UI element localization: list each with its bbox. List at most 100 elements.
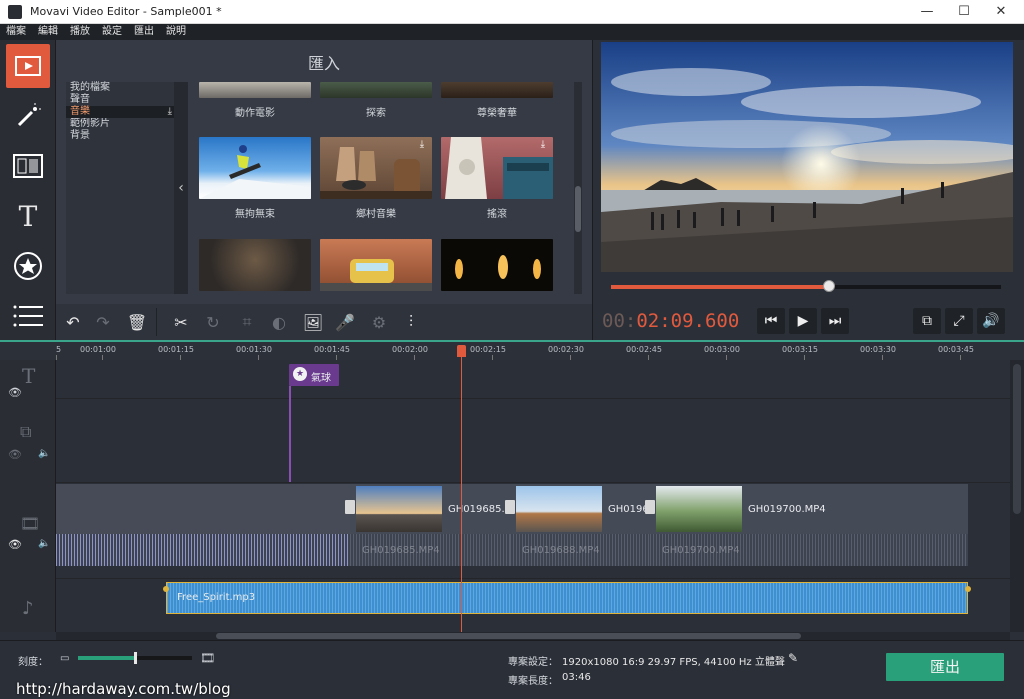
edit-settings-icon[interactable]: ✎	[788, 651, 798, 665]
timeline-ruler[interactable]: 5 00:01:00 00:01:15 00:01:30 00:01:45 00:02:0…	[0, 340, 1024, 360]
ruler-tick-label: 00:01:30	[236, 345, 272, 354]
video-clip-label: GH019700.MP4	[748, 504, 826, 515]
color-adjust-button[interactable]: ◐	[266, 310, 292, 334]
detach-preview-button[interactable]: ⧉	[913, 308, 941, 334]
project-length-value: 03:46	[562, 672, 591, 683]
preview-seek-bar[interactable]	[611, 280, 1001, 292]
video-audio-waveform[interactable]: GH019688.MP4	[510, 534, 650, 566]
fade-handle[interactable]	[163, 586, 169, 592]
rotate-button[interactable]: ↻	[200, 310, 226, 334]
thumbnail-rock[interactable]: ⤓	[441, 137, 553, 199]
thumbnail-action-movie[interactable]	[199, 82, 311, 98]
music-clip-label: Free_Spirit.mp3	[177, 592, 256, 603]
video-track-icon: 🎞	[20, 514, 41, 533]
library-scrollbar[interactable]	[574, 82, 582, 294]
menu-play[interactable]: 播放	[64, 24, 96, 40]
category-sample-videos[interactable]: 範例影片	[66, 118, 176, 130]
category-sounds[interactable]: 聲音	[66, 94, 176, 106]
thumbnail-explore[interactable]	[320, 82, 432, 98]
thumbnail-label: 無拘無束	[235, 209, 275, 220]
close-button[interactable]: ✕	[984, 2, 1018, 22]
timeline-horizontal-scrollbar[interactable]	[56, 632, 1010, 640]
undo-button[interactable]: ↶	[60, 310, 86, 334]
video-clip-empty[interactable]	[56, 484, 350, 534]
thumbnail-luxury[interactable]	[441, 82, 553, 98]
clip-properties-button[interactable]: ⚙	[366, 310, 392, 334]
playhead-handle[interactable]	[457, 345, 466, 357]
fullscreen-button[interactable]: ⤢	[945, 308, 973, 334]
crop-button[interactable]: ⌗	[234, 310, 260, 334]
minimize-button[interactable]: —	[910, 2, 944, 22]
zoom-slider[interactable]	[78, 652, 192, 664]
fade-handle[interactable]	[965, 586, 971, 592]
titles-tool-button[interactable]: T	[6, 194, 50, 238]
slideshow-button[interactable]: 🖼	[300, 310, 326, 334]
ruler-tick-label: 00:02:45	[626, 345, 662, 354]
transition-marker[interactable]	[345, 500, 355, 514]
eye-icon[interactable]: 👁	[8, 448, 22, 461]
zoom-out-icon[interactable]: ▭	[60, 653, 69, 664]
timeline-vertical-scrollbar[interactable]	[1010, 360, 1024, 632]
menu-file[interactable]: 檔案	[0, 24, 32, 40]
import-tool-button[interactable]	[6, 44, 50, 88]
play-button[interactable]: ▶	[789, 308, 817, 334]
thumbnail-sparkles[interactable]	[199, 239, 311, 291]
music-track-icon: ♪	[22, 598, 34, 619]
seek-handle[interactable]	[823, 280, 836, 292]
music-clip[interactable]: Free_Spirit.mp3	[166, 582, 968, 614]
trash-icon: 🗑	[126, 312, 148, 332]
thumbnail-carefree[interactable]	[199, 137, 311, 199]
next-frame-button[interactable]: ⏭	[821, 308, 849, 334]
video-clip[interactable]: GH0196	[510, 484, 650, 534]
transitions-tool-button[interactable]	[6, 144, 50, 188]
download-icon[interactable]: ⤓	[537, 139, 549, 151]
title-clip[interactable]: ★ 氣球	[289, 364, 339, 386]
zoom-in-icon[interactable]: 🎞	[200, 651, 215, 665]
scrollbar-thumb[interactable]	[1013, 364, 1021, 514]
project-length-label: 專案長度：	[508, 676, 558, 687]
playhead[interactable]	[457, 345, 466, 632]
delete-button[interactable]: 🗑	[124, 310, 150, 334]
video-audio-waveform[interactable]	[56, 534, 350, 566]
filters-tool-button[interactable]	[6, 94, 50, 138]
zoom-slider-handle[interactable]	[134, 652, 137, 664]
menu-help[interactable]: 說明	[160, 24, 192, 40]
menu-export[interactable]: 匯出	[128, 24, 160, 40]
transition-icon	[13, 154, 43, 178]
more-tools-button[interactable]	[6, 294, 50, 338]
video-clip[interactable]: GH019685.MP4	[350, 484, 526, 534]
eye-icon[interactable]: 👁	[8, 538, 22, 551]
transition-marker[interactable]	[505, 500, 515, 514]
download-icon[interactable]: ⤓	[416, 139, 428, 151]
export-button[interactable]: 匯出	[886, 653, 1004, 681]
category-music[interactable]: 音樂 ⤓	[66, 106, 176, 118]
category-backgrounds[interactable]: 背景	[66, 130, 176, 142]
scrollbar-thumb[interactable]	[575, 186, 581, 232]
thumbnail-road-trip[interactable]	[320, 239, 432, 291]
gear-icon: ⚙	[371, 312, 387, 332]
category-my-files[interactable]: 我的檔案	[66, 82, 176, 94]
redo-button[interactable]: ↷	[90, 310, 116, 334]
eye-icon[interactable]: 👁	[8, 386, 22, 399]
thumbnail-candles[interactable]	[441, 239, 553, 291]
scrollbar-thumb[interactable]	[216, 633, 801, 639]
video-audio-waveform[interactable]: GH019700.MP4	[650, 534, 968, 566]
prev-frame-button[interactable]: ⏮	[757, 308, 785, 334]
audio-mixer-button[interactable]: ⫶	[398, 310, 424, 334]
speaker-icon[interactable]: 🔈	[38, 538, 50, 549]
thumbnail-country[interactable]: ⤓	[320, 137, 432, 199]
stickers-tool-button[interactable]	[6, 244, 50, 288]
transition-marker[interactable]	[645, 500, 655, 514]
list-icon	[13, 305, 43, 327]
volume-button[interactable]: 🔊	[977, 308, 1005, 334]
record-voice-button[interactable]: 🎤	[332, 310, 358, 334]
speaker-icon[interactable]: 🔈	[38, 448, 50, 459]
title-clip-label: 氣球	[311, 373, 331, 384]
video-audio-waveform[interactable]: GH019685.MP4	[350, 534, 510, 566]
split-button[interactable]: ✂	[168, 310, 194, 334]
video-clip[interactable]: GH019700.MP4	[650, 484, 968, 534]
menu-settings[interactable]: 設定	[96, 24, 128, 40]
collapse-panel-button[interactable]: ‹	[174, 82, 188, 294]
maximize-button[interactable]: ☐	[947, 2, 981, 22]
menu-edit[interactable]: 編輯	[32, 24, 64, 40]
